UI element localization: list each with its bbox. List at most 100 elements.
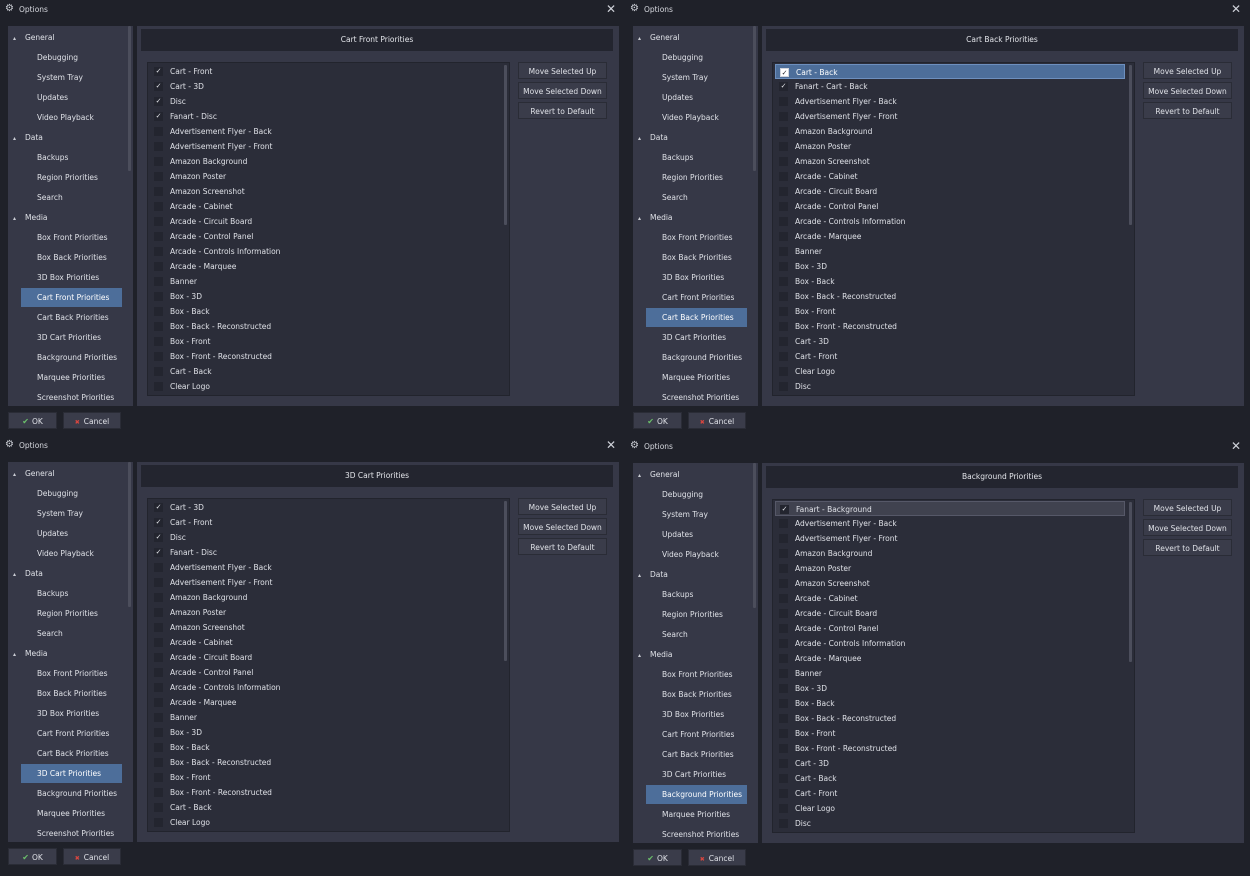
list-item[interactable]: Arcade - Controls Information — [150, 680, 500, 695]
list-item[interactable]: Box - 3D — [775, 259, 1125, 274]
list-item[interactable]: Banner — [775, 244, 1125, 259]
item-checkbox[interactable] — [779, 624, 788, 633]
list-item[interactable]: Cart - Front — [775, 786, 1125, 801]
revert-to-default-button[interactable]: Revert to Default — [1143, 102, 1232, 119]
list-item[interactable]: Advertisement Flyer - Front — [775, 531, 1125, 546]
item-checkbox[interactable] — [154, 262, 163, 271]
list-item[interactable]: ✓ Disc — [150, 530, 500, 545]
item-checkbox[interactable] — [779, 127, 788, 136]
list-item[interactable]: Box - Front - Reconstructed — [150, 785, 500, 800]
tree-item-background-priorities[interactable]: Background Priorities — [646, 348, 747, 367]
item-checkbox[interactable] — [154, 277, 163, 286]
item-checkbox[interactable] — [154, 367, 163, 376]
tree-item-3d-box-priorities[interactable]: 3D Box Priorities — [646, 268, 747, 287]
item-checkbox[interactable]: ✓ — [780, 68, 789, 77]
tree-item-search[interactable]: Search — [646, 188, 747, 207]
tree-item-marquee-priorities[interactable]: Marquee Priorities — [646, 368, 747, 387]
item-checkbox[interactable] — [779, 277, 788, 286]
item-checkbox[interactable] — [779, 202, 788, 211]
item-checkbox[interactable] — [779, 97, 788, 106]
tree-item-box-front-priorities[interactable]: Box Front Priorities — [21, 664, 122, 683]
item-checkbox[interactable] — [779, 609, 788, 618]
tree-item-screenshot-priorities[interactable]: Screenshot Priorities — [21, 824, 122, 842]
tree-item-box-front-priorities[interactable]: Box Front Priorities — [21, 228, 122, 247]
cancel-button[interactable]: ✖ Cancel — [688, 849, 746, 866]
item-checkbox[interactable]: ✓ — [154, 533, 163, 542]
tree-item-screenshot-priorities[interactable]: Screenshot Priorities — [21, 388, 122, 406]
tree-item-cart-front-priorities[interactable]: Cart Front Priorities — [646, 725, 747, 744]
item-checkbox[interactable] — [154, 292, 163, 301]
item-checkbox[interactable] — [154, 773, 163, 782]
tree-item-cart-front-priorities[interactable]: Cart Front Priorities — [21, 288, 122, 307]
list-item[interactable]: Amazon Poster — [775, 139, 1125, 154]
tree-item-region-priorities[interactable]: Region Priorities — [646, 605, 747, 624]
tree-item-system-tray[interactable]: System Tray — [21, 504, 122, 523]
item-checkbox[interactable] — [779, 217, 788, 226]
item-checkbox[interactable] — [779, 352, 788, 361]
item-checkbox[interactable] — [154, 157, 163, 166]
tree-category-media[interactable]: ▴ Media — [13, 208, 48, 227]
list-item[interactable]: Box - Back — [150, 304, 500, 319]
list-item[interactable]: Arcade - Cabinet — [150, 199, 500, 214]
list-item[interactable]: Amazon Poster — [150, 169, 500, 184]
tree-item-updates[interactable]: Updates — [646, 88, 747, 107]
list-item[interactable]: Box - Back — [775, 274, 1125, 289]
tree-item-marquee-priorities[interactable]: Marquee Priorities — [21, 368, 122, 387]
list-item[interactable]: ✓ Fanart - Disc — [150, 545, 500, 560]
item-checkbox[interactable] — [779, 714, 788, 723]
tree-item-region-priorities[interactable]: Region Priorities — [21, 604, 122, 623]
list-item[interactable]: Advertisement Flyer - Front — [150, 575, 500, 590]
item-checkbox[interactable] — [154, 578, 163, 587]
tree-item-video-playback[interactable]: Video Playback — [646, 545, 747, 564]
list-scrollbar[interactable] — [1129, 502, 1132, 662]
tree-item-debugging[interactable]: Debugging — [646, 48, 747, 67]
list-item[interactable]: Amazon Poster — [150, 605, 500, 620]
list-item[interactable]: ✓ Cart - 3D — [150, 500, 500, 515]
cancel-button[interactable]: ✖ Cancel — [63, 848, 121, 865]
item-checkbox[interactable] — [154, 352, 163, 361]
item-checkbox[interactable]: ✓ — [154, 503, 163, 512]
item-checkbox[interactable] — [779, 367, 788, 376]
list-item[interactable]: Arcade - Circuit Board — [150, 214, 500, 229]
list-item[interactable]: Disc — [775, 379, 1125, 394]
item-checkbox[interactable] — [779, 157, 788, 166]
list-item[interactable]: Arcade - Control Panel — [775, 199, 1125, 214]
item-checkbox[interactable] — [779, 759, 788, 768]
tree-item-cart-back-priorities[interactable]: Cart Back Priorities — [646, 308, 747, 327]
item-checkbox[interactable] — [154, 818, 163, 827]
tree-item-debugging[interactable]: Debugging — [21, 48, 122, 67]
list-item[interactable]: Advertisement Flyer - Back — [775, 94, 1125, 109]
item-checkbox[interactable] — [154, 788, 163, 797]
list-item[interactable]: Box - Back - Reconstructed — [150, 319, 500, 334]
list-item[interactable]: Arcade - Circuit Board — [150, 650, 500, 665]
item-checkbox[interactable] — [154, 638, 163, 647]
list-item[interactable]: Box - Front — [775, 726, 1125, 741]
expand-triangle-icon[interactable]: ▴ — [638, 566, 650, 585]
list-item[interactable]: Amazon Poster — [775, 561, 1125, 576]
item-checkbox[interactable] — [154, 803, 163, 812]
list-scrollbar[interactable] — [504, 501, 507, 661]
item-checkbox[interactable] — [154, 593, 163, 602]
tree-item-backups[interactable]: Backups — [21, 148, 122, 167]
cancel-button[interactable]: ✖ Cancel — [63, 412, 121, 429]
list-item[interactable]: Disc — [775, 816, 1125, 831]
tree-category-media[interactable]: ▴ Media — [13, 644, 48, 663]
tree-item-region-priorities[interactable]: Region Priorities — [21, 168, 122, 187]
list-item[interactable]: Box - 3D — [150, 725, 500, 740]
item-checkbox[interactable] — [779, 729, 788, 738]
tree-item-debugging[interactable]: Debugging — [646, 485, 747, 504]
item-checkbox[interactable] — [154, 142, 163, 151]
item-checkbox[interactable] — [154, 563, 163, 572]
tree-scrollbar[interactable] — [128, 26, 131, 171]
list-item[interactable]: Advertisement Flyer - Back — [150, 124, 500, 139]
list-item[interactable]: Banner — [150, 710, 500, 725]
expand-triangle-icon[interactable]: ▴ — [638, 209, 650, 228]
list-item[interactable]: Amazon Screenshot — [775, 576, 1125, 591]
item-checkbox[interactable]: ✓ — [154, 518, 163, 527]
item-checkbox[interactable] — [154, 172, 163, 181]
item-checkbox[interactable] — [154, 127, 163, 136]
list-item[interactable]: Box - Back - Reconstructed — [775, 289, 1125, 304]
list-item[interactable]: Arcade - Cabinet — [775, 591, 1125, 606]
item-checkbox[interactable]: ✓ — [154, 112, 163, 121]
list-item[interactable]: Arcade - Control Panel — [150, 229, 500, 244]
